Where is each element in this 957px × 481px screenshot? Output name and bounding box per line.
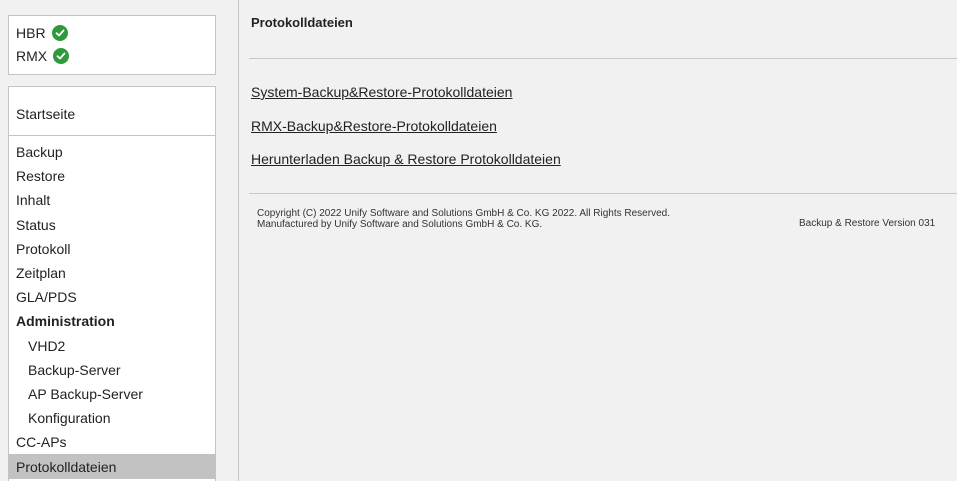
sidebar: HBR RMX Startseite Backup Restore Inhalt… xyxy=(0,0,239,481)
divider xyxy=(249,58,957,59)
nav-item-protokolldateien[interactable]: Protokolldateien xyxy=(9,454,215,479)
status-row-hbr: HBR xyxy=(9,21,215,44)
link-rmx-protokolldateien[interactable]: RMX-Backup&Restore-Protokolldateien xyxy=(251,118,497,134)
nav-item-ap-backup-server[interactable]: AP Backup-Server xyxy=(9,382,215,406)
nav-item-konfiguration[interactable]: Konfiguration xyxy=(9,406,215,430)
copyright-line-1: Copyright (C) 2022 Unify Software and So… xyxy=(257,208,670,219)
nav-item-gla-pds[interactable]: GLA/PDS xyxy=(9,285,215,309)
status-panel: HBR RMX xyxy=(8,15,216,75)
nav-item-inhalt[interactable]: Inhalt xyxy=(9,188,215,212)
nav-item-cc-aps[interactable]: CC-APs xyxy=(9,430,215,454)
link-system-protokolldateien[interactable]: System-Backup&Restore-Protokolldateien xyxy=(251,84,512,100)
check-circle-icon xyxy=(53,47,70,64)
nav-item-backup-server[interactable]: Backup-Server xyxy=(9,358,215,382)
nav-menu: Startseite Backup Restore Inhalt Status … xyxy=(8,86,216,481)
copyright-line-2: Manufactured by Unify Software and Solut… xyxy=(257,219,543,230)
main-content: Protokolldateien System-Backup&Restore-P… xyxy=(249,0,957,481)
version-text: Backup & Restore Version 031 xyxy=(799,218,936,229)
check-circle-icon xyxy=(51,24,68,41)
nav-item-vhd2[interactable]: VHD2 xyxy=(9,334,215,358)
status-label-hbr: HBR xyxy=(16,24,46,41)
nav-item-administration[interactable]: Administration xyxy=(9,309,215,333)
nav-item-protokoll[interactable]: Protokoll xyxy=(9,237,215,261)
link-download-protokolldateien[interactable]: Herunterladen Backup & Restore Protokoll… xyxy=(251,151,561,167)
nav-item-zeitplan[interactable]: Zeitplan xyxy=(9,261,215,285)
page-title: Protokolldateien xyxy=(251,15,353,30)
divider xyxy=(249,193,957,194)
status-row-rmx: RMX xyxy=(9,44,215,67)
nav-item-restore[interactable]: Restore xyxy=(9,164,215,188)
status-label-rmx: RMX xyxy=(16,47,48,64)
nav-item-status[interactable]: Status xyxy=(9,213,215,237)
nav-item-startseite[interactable]: Startseite xyxy=(9,87,215,136)
copyright-text: Copyright (C) 2022 Unify Software and So… xyxy=(257,208,670,230)
nav-item-backup[interactable]: Backup xyxy=(9,140,215,164)
